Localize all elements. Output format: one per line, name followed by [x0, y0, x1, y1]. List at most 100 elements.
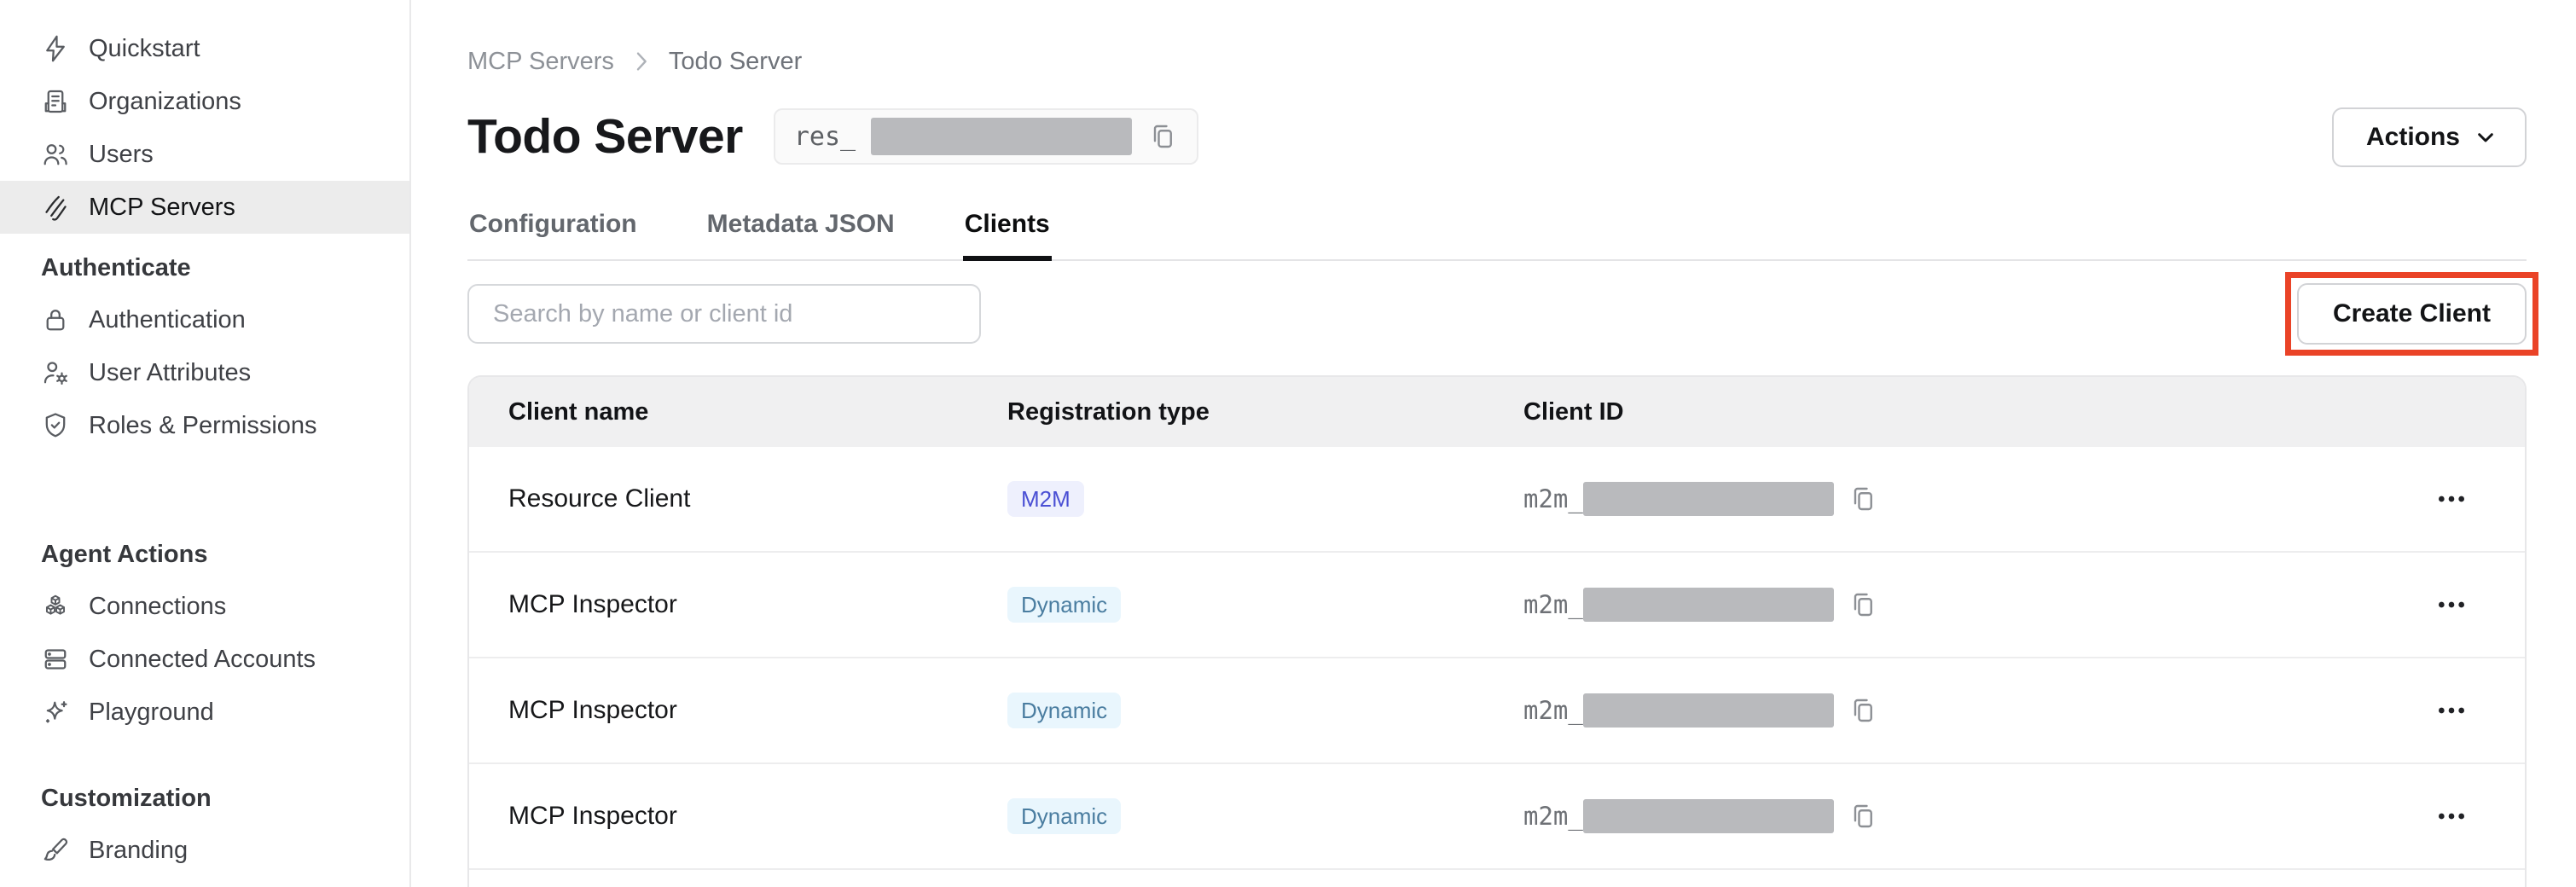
table-row-partial: [469, 870, 2525, 887]
row-menu-button[interactable]: [2429, 477, 2474, 521]
table-header-row: Client name Registration type Client ID: [469, 377, 2525, 447]
page-title: Todo Server: [467, 108, 743, 165]
resource-id-prefix: res_: [794, 122, 856, 152]
main-content: MCP Servers Todo Server Todo Server res_…: [411, 0, 2576, 887]
breadcrumb-current: Todo Server: [669, 44, 802, 78]
sidebar-item-label: Branding: [89, 837, 188, 865]
table-row: MCP Inspector Dynamic m2m_: [469, 553, 2525, 658]
tab-label: Configuration: [469, 210, 637, 238]
copy-client-id-button[interactable]: [1848, 589, 1878, 620]
registration-type-badge: M2M: [1007, 481, 1084, 518]
sidebar-item-label: MCP Servers: [89, 194, 235, 222]
client-id-prefix: m2m_: [1523, 590, 1583, 619]
sparkle-icon: [40, 697, 71, 728]
tab[interactable]: Clients: [963, 196, 1052, 261]
actions-button[interactable]: Actions: [2332, 107, 2527, 167]
table-row: Resource Client M2M m2m_: [469, 447, 2525, 553]
clients-table: Client name Registration type Client ID …: [467, 375, 2527, 887]
sidebar-item[interactable]: Connections: [0, 580, 409, 633]
column-header-client-id: Client ID: [1523, 398, 2366, 426]
copy-icon: [1848, 484, 1878, 514]
sidebar-item-label: Organizations: [89, 88, 241, 116]
column-header-registration-type: Registration type: [1007, 398, 1523, 426]
lock-icon: [40, 304, 71, 335]
sidebar-item[interactable]: Roles & Permissions: [0, 399, 409, 452]
ellipsis-icon: [2434, 799, 2469, 833]
client-id-prefix: m2m_: [1523, 484, 1583, 513]
breadcrumb-parent[interactable]: MCP Servers: [467, 44, 614, 78]
client-name: MCP Inspector: [508, 696, 1007, 725]
registration-type-badge: Dynamic: [1007, 693, 1121, 729]
paintbrush-icon: [40, 835, 71, 866]
sidebar-item-label: User Attributes: [89, 359, 251, 387]
shield-check-icon: [40, 410, 71, 441]
tab-label: Metadata JSON: [707, 210, 895, 238]
row-menu-button[interactable]: [2429, 688, 2474, 733]
client-id-redaction: [1583, 799, 1834, 833]
client-name: MCP Inspector: [508, 802, 1007, 831]
organization-icon: [40, 86, 71, 117]
sidebar-item[interactable]: Connected Accounts: [0, 633, 409, 686]
sidebar-item-label: Users: [89, 141, 154, 169]
copy-icon: [1848, 801, 1878, 832]
sidebar-item[interactable]: Playground: [0, 686, 409, 739]
sidebar-item-label: Playground: [89, 699, 214, 727]
breadcrumb: MCP Servers Todo Server: [467, 44, 2527, 78]
app-window: Quickstart Organizations Users MCP Serve…: [0, 0, 2576, 887]
client-name: MCP Inspector: [508, 590, 1007, 619]
client-id-redaction: [1583, 482, 1834, 516]
sidebar-item-label: Connections: [89, 593, 226, 621]
user-gear-icon: [40, 357, 71, 388]
sidebar-section-header: Authenticate: [0, 242, 409, 293]
copy-icon: [1848, 589, 1878, 620]
stacked-accounts-icon: [40, 644, 71, 675]
resource-id-redaction: [871, 118, 1132, 155]
lightning-icon: [40, 33, 71, 64]
row-menu-button[interactable]: [2429, 583, 2474, 627]
copy-client-id-button[interactable]: [1848, 695, 1878, 726]
create-client-wrapper: Create Client: [2297, 283, 2527, 345]
ellipsis-icon: [2434, 482, 2469, 516]
table-row: MCP Inspector Dynamic m2m_: [469, 658, 2525, 764]
client-id-prefix: m2m_: [1523, 802, 1583, 831]
sidebar-item[interactable]: MCP Servers: [0, 181, 409, 234]
client-id-prefix: m2m_: [1523, 696, 1583, 725]
sidebar-item[interactable]: Authentication: [0, 293, 409, 346]
create-client-button[interactable]: Create Client: [2297, 283, 2527, 345]
registration-type-badge: Dynamic: [1007, 798, 1121, 835]
client-id-redaction: [1583, 693, 1834, 728]
client-name: Resource Client: [508, 484, 1007, 513]
sidebar-item[interactable]: Users: [0, 128, 409, 181]
sidebar-section-label: Customization: [41, 785, 212, 813]
sidebar-item-label: Quickstart: [89, 35, 200, 63]
page-header: Todo Server res_: [467, 102, 2527, 171]
sidebar-item[interactable]: Quickstart: [0, 22, 409, 75]
ellipsis-icon: [2434, 588, 2469, 622]
tab[interactable]: Metadata JSON: [705, 196, 896, 261]
copy-client-id-button[interactable]: [1848, 484, 1878, 514]
resource-id-chip: res_: [774, 108, 1198, 165]
sidebar-section-label: Authenticate: [41, 254, 191, 282]
tab-label: Clients: [965, 210, 1050, 238]
table-body: Resource Client M2M m2m_: [469, 447, 2525, 870]
copy-icon: [1147, 121, 1178, 152]
sidebar-section-label: Agent Actions: [41, 541, 207, 569]
search-input[interactable]: [467, 284, 981, 344]
users-icon: [40, 139, 71, 170]
ellipsis-icon: [2434, 693, 2469, 728]
sidebar-item-label: Authentication: [89, 306, 246, 334]
sidebar-item[interactable]: Organizations: [0, 75, 409, 128]
copy-icon: [1848, 695, 1878, 726]
copy-resource-id-button[interactable]: [1147, 121, 1178, 152]
column-header-client-name: Client name: [508, 398, 1007, 426]
sidebar-item[interactable]: User Attributes: [0, 346, 409, 399]
registration-type-badge: Dynamic: [1007, 587, 1121, 623]
sidebar-item-label: Roles & Permissions: [89, 412, 317, 440]
row-menu-button[interactable]: [2429, 794, 2474, 838]
copy-client-id-button[interactable]: [1848, 801, 1878, 832]
sidebar-section-header: Customization: [0, 773, 409, 824]
cubes-icon: [40, 591, 71, 622]
tab-bar: Configuration Metadata JSON Clients: [467, 196, 2527, 261]
sidebar-item[interactable]: Branding: [0, 824, 409, 877]
tab[interactable]: Configuration: [467, 196, 639, 261]
